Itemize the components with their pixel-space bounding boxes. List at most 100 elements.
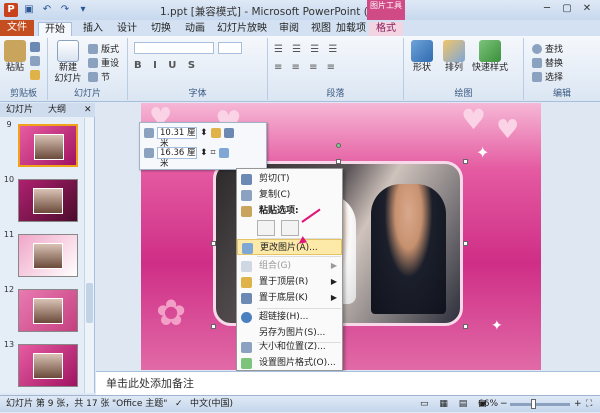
panel-scrollbar[interactable] (84, 118, 94, 393)
width-field[interactable]: 16.36 厘米 (157, 147, 197, 169)
tab-review[interactable]: 审阅 (274, 22, 304, 36)
font-size-box[interactable] (218, 42, 242, 54)
slide-thumbnail-row[interactable]: 10 (0, 175, 84, 227)
menu-item-size-position[interactable]: 大小和位置(Z)... (237, 339, 342, 355)
quick-styles-button[interactable]: 快速样式 (470, 40, 510, 74)
slide-thumbnail-row[interactable]: 11 (0, 230, 84, 282)
tab-animations[interactable]: 动画 (180, 22, 210, 36)
zoom-level[interactable]: 66% (478, 396, 498, 413)
menu-item-bring-to-front[interactable]: 置于顶层(R) ▶ (237, 274, 342, 290)
resize-handle[interactable] (463, 159, 468, 164)
notes-pane[interactable]: 单击此处添加备注 (96, 371, 600, 395)
resize-handle[interactable] (336, 159, 341, 164)
zoom-slider[interactable] (510, 403, 570, 406)
tab-view[interactable]: 视图 (306, 22, 336, 36)
reset-button[interactable]: 重设 (88, 56, 119, 69)
zoom-out-icon[interactable]: − (500, 396, 508, 413)
slide-thumbnails: 9 10 11 12 13 (0, 118, 84, 393)
resize-handle[interactable] (463, 324, 468, 329)
replace-button[interactable]: 替换 (532, 56, 563, 69)
tab-design[interactable]: 设计 (112, 22, 142, 36)
menu-item-cut[interactable]: 剪切(T) (237, 171, 342, 187)
scrollbar-thumb[interactable] (86, 283, 93, 323)
height-field[interactable]: 10.31 厘米 (157, 127, 197, 149)
select-button[interactable]: 选择 (532, 70, 563, 83)
font-format-buttons[interactable]: B I U S (134, 60, 199, 71)
section-icon (88, 71, 98, 82)
tab-slides-panel[interactable]: 幻灯片 (6, 104, 33, 117)
tab-transitions[interactable]: 切换 (146, 22, 176, 36)
slide-thumbnail[interactable] (18, 344, 78, 387)
slide-thumbnail[interactable] (18, 289, 78, 332)
menu-item-format-picture[interactable]: 设置图片格式(O)... (237, 355, 342, 371)
close-icon[interactable]: ✕ (578, 2, 596, 16)
paste-button[interactable]: 粘贴 (4, 40, 26, 74)
slide-thumbnail-row[interactable]: 12 (0, 285, 84, 337)
format-painter-icon[interactable] (30, 70, 40, 80)
close-panel-icon[interactable]: ✕ (84, 104, 92, 117)
crop-icon[interactable]: ⌗ (211, 148, 216, 158)
fit-slide-icon[interactable]: ⛶ (586, 396, 592, 413)
layout-button[interactable]: 版式 (88, 42, 119, 55)
paragraph-buttons[interactable]: ☰ ☰ ☰ ☰ (274, 44, 340, 55)
paste-picture-icon[interactable] (281, 220, 299, 236)
redo-icon[interactable]: ↷ (58, 3, 72, 17)
tab-file[interactable]: 文件 (0, 20, 34, 36)
tab-slideshow[interactable]: 幻灯片放映 (214, 22, 270, 36)
find-button[interactable]: 查找 (532, 42, 563, 55)
ribbon: 粘贴 剪贴板 新建 幻灯片 版式 重设 节 幻灯片 B I U S 字体 ☰ ☰… (0, 36, 600, 102)
menu-item-send-to-back[interactable]: 置于底层(K) ▶ (237, 290, 342, 306)
tab-addins[interactable]: 加载项 (334, 22, 368, 36)
shape-button[interactable]: 形状 (408, 40, 436, 74)
bring-forward-icon[interactable] (210, 128, 221, 138)
arrange-button[interactable]: 排列 (440, 40, 468, 74)
copy-icon[interactable] (30, 56, 40, 66)
submenu-arrow-icon: ▶ (330, 261, 337, 270)
slide-thumbnail-row[interactable]: 9 (0, 120, 84, 172)
group-label-clipboard: 剪贴板 (9, 89, 37, 99)
section-button[interactable]: 节 (88, 70, 110, 83)
theme-name[interactable]: "Office 主题" (112, 396, 167, 413)
menu-item-change-picture[interactable]: 更改图片(A)... (237, 239, 342, 255)
tab-format[interactable]: 格式 (369, 22, 403, 36)
hyperlink-icon (241, 312, 252, 323)
quick-access-toolbar: P ▣ ↶ ↷ ▾ (4, 3, 90, 17)
send-backward-icon[interactable] (223, 128, 234, 138)
font-name-box[interactable] (134, 42, 214, 54)
window-controls: ─ ▢ ✕ (538, 2, 596, 16)
minimize-icon[interactable]: ─ (538, 2, 556, 16)
slide-thumbnail-row[interactable]: 13 (0, 340, 84, 392)
alignment-buttons[interactable]: ≡ ≡ ≡ ≡ (274, 62, 338, 73)
zoom-slider-knob[interactable] (531, 399, 536, 409)
resize-handle[interactable] (463, 241, 468, 246)
picture-style-icon[interactable] (218, 148, 229, 158)
tab-home[interactable]: 开始 (38, 22, 72, 36)
resize-handle[interactable] (211, 324, 216, 329)
menu-item-hyperlink[interactable]: 超链接(H)... (237, 309, 342, 325)
spinner-icon[interactable]: ⬍ (200, 128, 208, 138)
tab-insert[interactable]: 插入 (78, 22, 108, 36)
paste-keep-icon[interactable] (257, 220, 275, 236)
new-slide-button[interactable]: 新建 幻灯片 (54, 40, 82, 85)
zoom-in-icon[interactable]: + (574, 396, 582, 413)
rotation-handle[interactable] (336, 143, 341, 148)
save-picture-icon (241, 328, 252, 339)
customize-qat-icon[interactable]: ▾ (76, 3, 90, 17)
menu-item-copy[interactable]: 复制(C) (237, 187, 342, 203)
slide-thumbnail[interactable] (18, 234, 78, 277)
menu-item-group[interactable]: 组合(G) ▶ (237, 258, 342, 274)
cut-icon[interactable] (30, 42, 40, 52)
spinner-icon[interactable]: ⬍ (200, 148, 208, 158)
slide-thumbnail[interactable] (18, 124, 78, 167)
language[interactable]: 中文(中国) (190, 396, 233, 413)
slide-thumbnail[interactable] (18, 179, 78, 222)
spellcheck-icon[interactable]: ✓ (175, 396, 183, 413)
tab-outline-panel[interactable]: 大纲 (48, 104, 66, 117)
undo-icon[interactable]: ↶ (40, 3, 54, 17)
maximize-icon[interactable]: ▢ (558, 2, 576, 16)
resize-handle[interactable] (211, 241, 216, 246)
powerpoint-logo-icon[interactable]: P (4, 3, 18, 17)
group-label-drawing: 绘图 (454, 89, 473, 99)
save-icon[interactable]: ▣ (22, 3, 36, 17)
panel-tabs: 幻灯片 大纲 ✕ (0, 103, 95, 117)
